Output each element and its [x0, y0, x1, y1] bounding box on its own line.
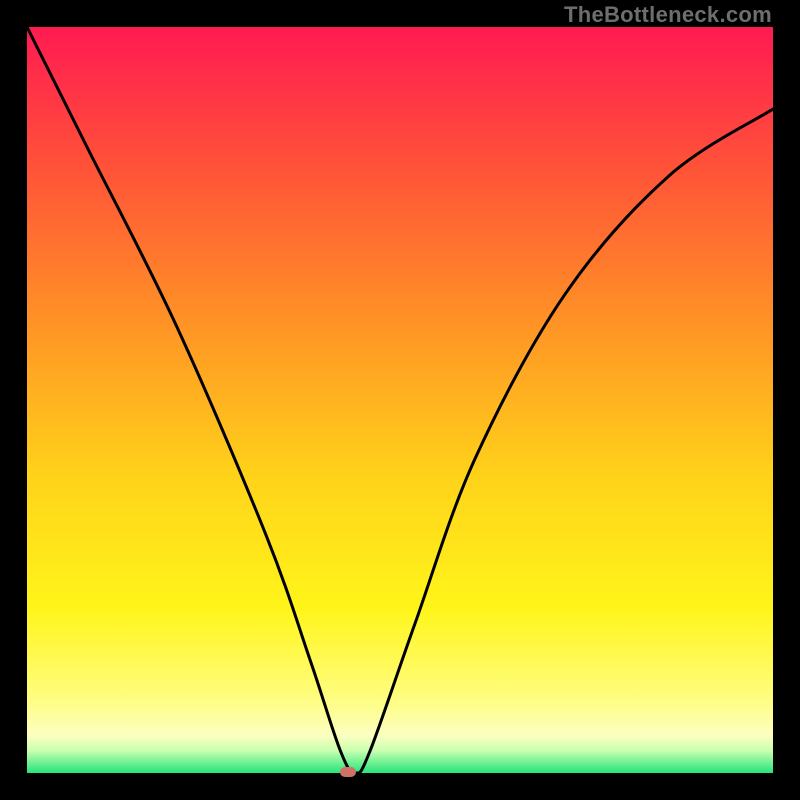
optimal-point-marker [340, 767, 356, 777]
plot-area [27, 27, 773, 773]
watermark-text: TheBottleneck.com [564, 2, 772, 28]
bottleneck-curve [27, 27, 773, 773]
